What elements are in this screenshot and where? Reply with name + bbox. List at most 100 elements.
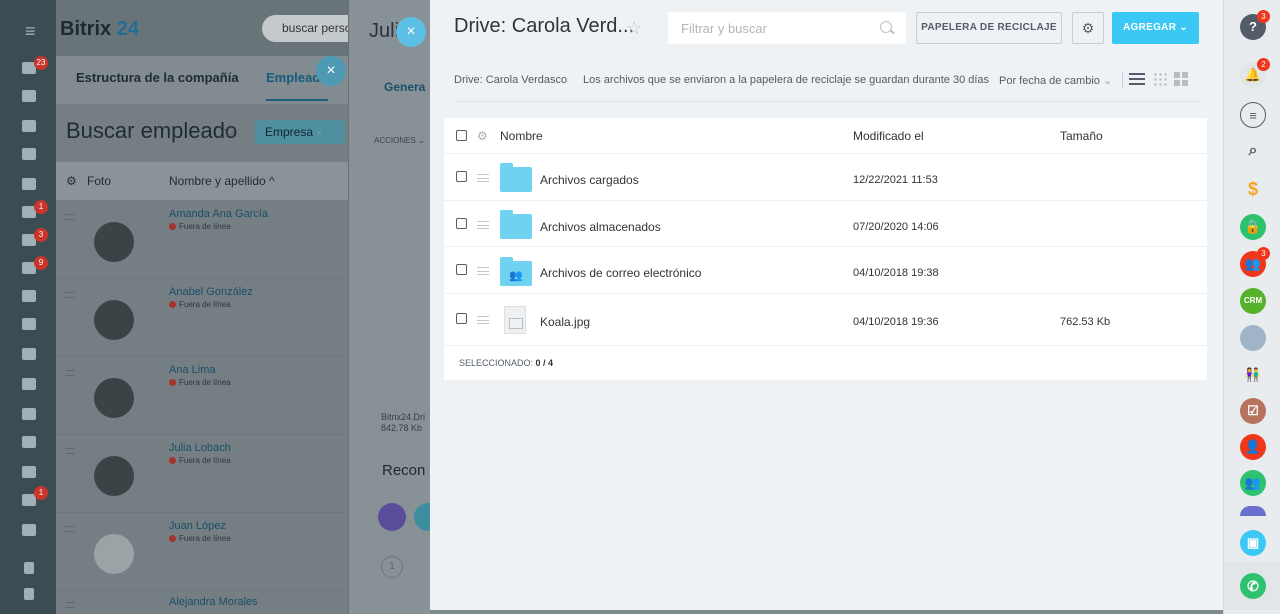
window-icon[interactable] bbox=[22, 120, 36, 132]
table-row[interactable]: Archivos cargados 12/22/2021 11:53 bbox=[444, 154, 1207, 201]
row-checkbox[interactable] bbox=[456, 171, 467, 182]
settings-button[interactable]: ⚙ bbox=[1072, 12, 1104, 44]
recycle-bin-button[interactable]: PAPELERA DE RECICLAJE bbox=[916, 12, 1062, 44]
task-icon[interactable]: ☑ bbox=[1240, 398, 1266, 424]
employee-name[interactable]: Juan López bbox=[169, 520, 226, 532]
bitrix-logo[interactable]: Bitrix 24 bbox=[60, 18, 139, 41]
drag-handle-icon[interactable] bbox=[477, 221, 489, 229]
sort-select[interactable]: Por fecha de cambio ⌄ bbox=[999, 74, 1112, 87]
search-icon[interactable]: ⌕ bbox=[1240, 138, 1266, 164]
target-icon[interactable] bbox=[22, 90, 36, 102]
crm-icon[interactable]: CRM bbox=[1240, 288, 1266, 314]
grid-settings-icon[interactable]: ⚙ bbox=[66, 174, 77, 188]
dollar-lock-icon[interactable]: $ bbox=[1240, 176, 1266, 202]
row-checkbox[interactable] bbox=[456, 218, 467, 229]
column-name[interactable]: Nombre bbox=[500, 129, 543, 143]
filter-chip[interactable]: Empresa × bbox=[255, 120, 345, 144]
global-search-input[interactable]: buscar person bbox=[262, 15, 362, 42]
drive-icon[interactable] bbox=[22, 348, 36, 360]
network-icon[interactable] bbox=[24, 562, 34, 574]
table-row[interactable]: Julia Lobach Fuera de línea bbox=[56, 436, 356, 513]
drag-handle-icon[interactable] bbox=[65, 370, 75, 376]
couple-avatar-icon[interactable]: 👫 bbox=[1240, 362, 1266, 388]
table-row[interactable]: Alejandra Morales bbox=[56, 590, 356, 614]
file-name[interactable]: Archivos de correo electrónico bbox=[540, 266, 701, 280]
chat-icon[interactable]: ≡ bbox=[1240, 102, 1266, 128]
file-name[interactable]: Koala.jpg bbox=[540, 315, 590, 329]
table-row[interactable]: Juan López Fuera de línea bbox=[56, 514, 356, 591]
table-row[interactable]: Koala.jpg 04/10/2018 19:36 762.53 Kb bbox=[444, 294, 1207, 346]
small-grid-view-icon[interactable] bbox=[1153, 72, 1167, 86]
table-row[interactable]: Ana Lima Fuera de línea bbox=[56, 358, 356, 435]
column-modified[interactable]: Modificado el bbox=[853, 129, 924, 143]
column-name[interactable]: Nombre y apellido ^ bbox=[169, 174, 275, 188]
close-drive-icon[interactable]: × bbox=[396, 17, 426, 47]
close-icon[interactable]: × bbox=[316, 56, 346, 86]
avatar bbox=[94, 222, 134, 262]
group-chat-icon[interactable] bbox=[1240, 506, 1266, 516]
apps-icon[interactable] bbox=[22, 466, 36, 478]
drag-handle-icon[interactable] bbox=[477, 316, 489, 324]
menu-icon[interactable]: ≡ bbox=[25, 22, 36, 40]
filter-search-box[interactable] bbox=[668, 12, 906, 44]
favorite-star-icon[interactable]: ☆ bbox=[626, 18, 642, 39]
drag-handle-icon[interactable] bbox=[65, 602, 75, 608]
open-channel-icon[interactable]: ▣ bbox=[1240, 530, 1266, 556]
drag-handle-icon[interactable] bbox=[65, 526, 75, 532]
folder-icon[interactable] bbox=[500, 210, 532, 239]
table-row[interactable]: Amanda Ana García Fuera de línea bbox=[56, 202, 356, 279]
row-checkbox[interactable] bbox=[456, 264, 467, 275]
employee-name[interactable]: Alejandra Morales bbox=[169, 596, 258, 608]
table-row[interactable]: Anabel González Fuera de línea bbox=[56, 280, 356, 357]
image-file-icon[interactable] bbox=[504, 306, 526, 334]
list-view-icon[interactable] bbox=[1129, 73, 1145, 85]
like-badge-icon[interactable] bbox=[378, 503, 406, 531]
employee-name[interactable]: Amanda Ana García bbox=[169, 208, 268, 220]
file-name[interactable]: Archivos cargados bbox=[540, 173, 639, 187]
lock-icon[interactable]: 🔒 bbox=[1240, 214, 1266, 240]
user-icon[interactable]: 👤 bbox=[1240, 434, 1266, 460]
file-name[interactable]: Archivos almacenados bbox=[540, 220, 661, 234]
employees-icon[interactable] bbox=[22, 436, 36, 448]
employee-name[interactable]: Anabel González bbox=[169, 286, 253, 298]
search-icon[interactable] bbox=[880, 21, 892, 33]
actions-menu[interactable]: ACCIONES ⌄ bbox=[374, 136, 425, 145]
status-badge: Fuera de línea bbox=[169, 300, 231, 309]
employee-name[interactable]: Ana Lima bbox=[169, 364, 215, 376]
shared-folder-icon[interactable]: 👥 bbox=[500, 257, 532, 286]
sites-icon[interactable] bbox=[22, 178, 36, 190]
documents-icon[interactable] bbox=[22, 318, 36, 330]
drag-handle-icon[interactable] bbox=[65, 214, 75, 220]
drag-handle-icon[interactable] bbox=[477, 174, 489, 182]
tab-company-structure[interactable]: Estructura de la compañía bbox=[76, 70, 239, 85]
users-icon[interactable]: 👥 bbox=[1240, 470, 1266, 496]
drag-handle-icon[interactable] bbox=[477, 267, 489, 275]
settings-icon[interactable] bbox=[24, 588, 34, 600]
gear-icon[interactable]: ⚙ bbox=[477, 129, 488, 143]
column-photo[interactable]: Foto bbox=[87, 174, 111, 188]
recycle-info-text: Los archivos que se enviaron a la papele… bbox=[583, 74, 990, 86]
calendar-icon[interactable] bbox=[22, 290, 36, 302]
add-button[interactable]: AGREGAR ⌄ bbox=[1112, 12, 1199, 44]
column-size[interactable]: Tamaño bbox=[1060, 129, 1103, 143]
status-badge: Fuera de línea bbox=[169, 222, 231, 231]
employee-name[interactable]: Julia Lobach bbox=[169, 442, 231, 454]
cart-icon[interactable] bbox=[22, 148, 36, 160]
phone-icon[interactable]: ✆ bbox=[1240, 573, 1266, 599]
tab-general[interactable]: Genera bbox=[384, 80, 425, 94]
drag-handle-icon[interactable] bbox=[65, 292, 75, 298]
more-icon[interactable] bbox=[22, 524, 36, 536]
avatar[interactable] bbox=[1240, 325, 1266, 351]
mail-icon[interactable] bbox=[22, 378, 36, 390]
row-checkbox[interactable] bbox=[456, 313, 467, 324]
folder-icon[interactable] bbox=[500, 163, 532, 192]
table-row[interactable]: 👥 Archivos de correo electrónico 04/10/2… bbox=[444, 247, 1207, 294]
select-all-checkbox[interactable] bbox=[456, 130, 467, 141]
breadcrumb[interactable]: Drive: Carola Verdasco bbox=[454, 74, 567, 86]
search-input[interactable] bbox=[668, 12, 868, 44]
table-row[interactable]: Archivos almacenados 07/20/2020 14:06 bbox=[444, 201, 1207, 247]
drag-handle-icon[interactable] bbox=[65, 448, 75, 454]
favorite-star-icon[interactable]: ☆ bbox=[222, 121, 238, 142]
groups-icon[interactable] bbox=[22, 408, 36, 420]
large-grid-view-icon[interactable] bbox=[1174, 72, 1188, 86]
